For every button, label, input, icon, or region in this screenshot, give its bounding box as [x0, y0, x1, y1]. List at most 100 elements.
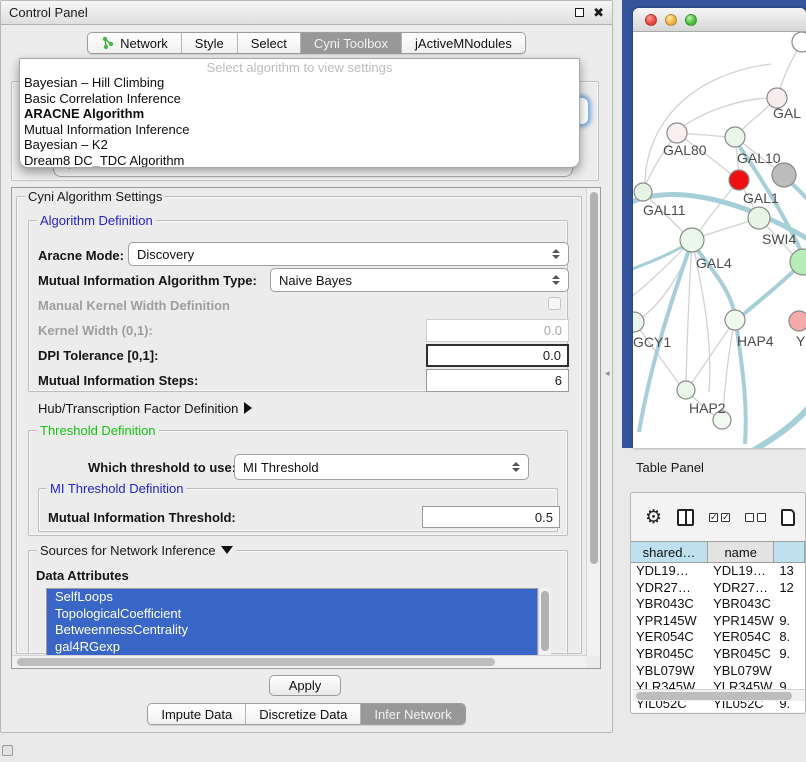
network-edge[interactable] — [645, 64, 771, 190]
node-label: HAP2 — [689, 400, 726, 416]
apply-button[interactable]: Apply — [269, 675, 341, 696]
group-title: MI Threshold Definition — [47, 481, 186, 496]
attribute-list-item[interactable]: gal4RGexp — [47, 639, 537, 656]
table-row[interactable]: YBR043CYBR043C — [631, 596, 805, 613]
column-header[interactable]: name — [708, 542, 774, 562]
network-edge[interactable] — [691, 320, 735, 384]
network-edge[interactable] — [737, 264, 801, 320]
settings-horizontal-scrollbar[interactable] — [12, 655, 586, 668]
attributes-list-scrollbar[interactable] — [538, 588, 551, 658]
columns-icon[interactable] — [677, 509, 694, 526]
popup-prompt: Select algorithm to view settings — [20, 59, 579, 75]
table-cell: 13 — [774, 563, 805, 580]
tab-label: jActiveMNodules — [415, 36, 512, 51]
network-edge[interactable] — [751, 400, 806, 448]
tab-cyni-toolbox[interactable]: Cyni Toolbox — [300, 33, 401, 53]
minimize-traffic-light-icon[interactable] — [665, 14, 677, 26]
network-edge[interactable] — [641, 240, 692, 318]
network-edge[interactable] — [677, 98, 771, 131]
stepper-icon — [552, 249, 560, 259]
sources-title: Sources for Network Inference — [40, 543, 216, 558]
network-node[interactable] — [772, 163, 796, 187]
node-label: GCY1 — [633, 334, 671, 350]
mi-type-combobox[interactable]: Naive Bayes — [270, 268, 569, 292]
attribute-list-item[interactable]: TopologicalCoefficient — [47, 606, 537, 623]
mi-threshold-field[interactable]: 0.5 — [422, 506, 560, 528]
network-node[interactable] — [729, 170, 749, 190]
data-attributes-list[interactable]: SelfLoopsTopologicalCoefficientBetweenne… — [46, 588, 538, 658]
tab-label: Cyni Toolbox — [314, 36, 388, 51]
mi-steps-field[interactable]: 6 — [426, 369, 569, 392]
table-cell: YER054C — [708, 629, 774, 646]
hub-definition-label: Hub/Transcription Factor Definition — [38, 401, 238, 416]
network-node[interactable] — [789, 311, 806, 331]
table-cell — [774, 663, 805, 680]
column-header[interactable]: shared… — [631, 542, 708, 562]
network-icon — [101, 36, 115, 50]
window-grip-icon[interactable] — [2, 745, 13, 756]
network-node[interactable] — [748, 207, 770, 229]
manual-kernel-checkbox[interactable] — [548, 297, 561, 310]
panel-divider-handle[interactable]: ◂ — [605, 368, 610, 379]
tab-label: Discretize Data — [259, 707, 347, 722]
close-icon[interactable]: ✖ — [593, 8, 604, 17]
gear-icon[interactable]: ⚙ — [645, 508, 662, 527]
algorithm-option[interactable]: Bayesian – K2 — [20, 137, 579, 153]
tab-impute-data[interactable]: Impute Data — [148, 704, 245, 724]
node-label: GAL — [773, 105, 801, 121]
bottom-tab-bar: Impute Data Discretize Data Infer Network — [1, 703, 612, 725]
column-header[interactable] — [774, 542, 805, 562]
table-horizontal-scrollbar[interactable] — [633, 689, 805, 701]
aracne-mode-value: Discovery — [137, 247, 194, 262]
hub-definition-disclosure[interactable]: Hub/Transcription Factor Definition — [38, 401, 252, 416]
table-row[interactable]: YPR145WYPR145W9. — [631, 613, 805, 630]
network-node[interactable] — [667, 123, 687, 143]
network-node[interactable] — [633, 312, 644, 332]
algorithm-option[interactable]: ARACNE Algorithm — [20, 106, 579, 122]
network-node[interactable] — [725, 127, 745, 147]
table-row[interactable]: YBL079WYBL079W — [631, 663, 805, 680]
zoom-traffic-light-icon[interactable] — [685, 14, 697, 26]
tab-infer-network[interactable]: Infer Network — [360, 704, 464, 724]
kernel-width-field[interactable]: 0.0 — [426, 319, 569, 342]
table-panel: ⚙ ✓✓ shared…name YDL19…YDL19…13YDR27…YDR… — [630, 492, 806, 714]
group-title: Cyni Algorithm Settings — [25, 189, 165, 204]
tab-jactivemnodules[interactable]: jActiveMNodules — [401, 33, 525, 53]
network-node[interactable] — [677, 381, 695, 399]
attribute-list-item[interactable]: BetweennessCentrality — [47, 622, 537, 639]
dpi-tolerance-field[interactable]: 0.0 — [426, 344, 569, 367]
deselect-all-checkboxes-icon[interactable] — [745, 513, 766, 522]
table-row[interactable]: YBR045CYBR045C9. — [631, 646, 805, 663]
export-table-icon[interactable] — [781, 509, 795, 526]
settings-vertical-scrollbar[interactable] — [586, 188, 600, 656]
tab-discretize-data[interactable]: Discretize Data — [245, 704, 360, 724]
table-cell: YDR27… — [708, 580, 774, 597]
table-panel-title: Table Panel — [636, 460, 704, 475]
algorithm-option[interactable]: Dream8 DC_TDC Algorithm — [20, 153, 579, 168]
float-window-icon[interactable] — [575, 8, 584, 17]
tab-select[interactable]: Select — [237, 33, 300, 53]
node-label: GAL11 — [643, 202, 686, 218]
table-row[interactable]: YER054CYER054C8. — [631, 629, 805, 646]
network-node[interactable] — [792, 32, 806, 52]
network-node[interactable] — [680, 228, 704, 252]
group-title: Threshold Definition — [37, 423, 159, 438]
algorithm-option[interactable]: Mutual Information Inference — [20, 122, 579, 138]
network-canvas[interactable]: GALGAL80GAL10GAL1GAL11SWI4GAL4GCY1HAP4YH… — [633, 32, 806, 448]
network-node[interactable] — [725, 310, 745, 330]
sources-disclosure[interactable]: Sources for Network Inference — [37, 543, 236, 558]
table-row[interactable]: YDR27…YDR27…12 — [631, 580, 805, 597]
select-all-checkboxes-icon[interactable]: ✓✓ — [709, 513, 730, 522]
tab-network[interactable]: Network — [88, 33, 181, 53]
algorithm-option[interactable]: Basic Correlation Inference — [20, 91, 579, 107]
tab-style[interactable]: Style — [181, 33, 237, 53]
table-row[interactable]: YDL19…YDL19…13 — [631, 563, 805, 580]
network-node[interactable] — [634, 183, 652, 201]
which-threshold-combobox[interactable]: MI Threshold — [234, 454, 529, 480]
aracne-mode-combobox[interactable]: Discovery — [128, 242, 569, 266]
table-cell: YPR145W — [708, 613, 774, 630]
attribute-list-item[interactable]: SelfLoops — [47, 589, 537, 606]
algorithm-option[interactable]: Bayesian – Hill Climbing — [20, 75, 579, 91]
close-traffic-light-icon[interactable] — [645, 14, 657, 26]
node-label: GAL80 — [663, 142, 707, 158]
